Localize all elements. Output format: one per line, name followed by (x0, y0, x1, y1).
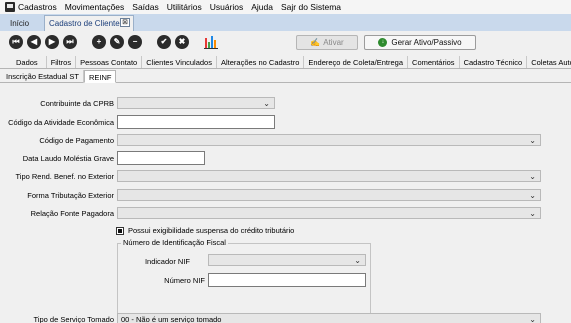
download-icon: ↓ (378, 38, 388, 47)
tipo-servico-label: Tipo de Serviço Tomado (33, 315, 114, 323)
forma-tributacao-select[interactable]: ⌄ (117, 189, 541, 201)
chevron-down-icon: ⌄ (263, 99, 270, 108)
tab-endereco-coleta[interactable]: Endereço de Coleta/Entrega (304, 56, 409, 68)
chevron-down-icon: ⌄ (529, 191, 536, 200)
previous-record-button[interactable]: ◀ (27, 35, 41, 49)
bar-chart-icon[interactable] (204, 34, 218, 49)
tab-clientes-vinculados[interactable]: Clientes Vinculados (142, 56, 217, 68)
tab-inscricao-estadual-st[interactable]: Inscrição Estadual ST (0, 70, 84, 83)
exigibilidade-row: Possui exigibilidade suspensa do crédito… (116, 226, 294, 235)
nif-group-title: Número de Identificação Fiscal (121, 238, 228, 247)
next-record-button[interactable]: ▶ (45, 35, 59, 49)
close-tab-icon[interactable]: ⊠ (120, 18, 130, 27)
exigibilidade-checkbox[interactable] (116, 226, 124, 235)
first-record-button[interactable]: ⏮ (9, 35, 23, 49)
tipo-rend-select[interactable]: ⌄ (117, 170, 541, 182)
tab-label: Cadastro de Clientes (49, 19, 124, 28)
menu-bar: Cadastros Movimentações Saídas Utilitári… (0, 0, 571, 14)
menu-movimentacoes[interactable]: Movimentações (65, 2, 125, 12)
data-laudo-label: Data Laudo Moléstia Grave (22, 154, 114, 163)
tab-alteracoes-cadastro[interactable]: Alterações no Cadastro (216, 56, 305, 68)
add-record-button[interactable]: + (92, 35, 106, 49)
codigo-atividade-label: Código da Atividade Econômica (8, 118, 114, 127)
indicador-nif-label: Indicador NIF (144, 257, 190, 266)
tab-pessoas-contato[interactable]: Pessoas Contato (76, 56, 143, 68)
codigo-pagamento-select[interactable]: ⌄ (117, 134, 541, 146)
tab-filtros[interactable]: Filtros (46, 56, 77, 68)
reinf-form: Contribuinte da CPRB ⌄ Código da Ativida… (0, 84, 571, 323)
gerar-ativo-passivo-button[interactable]: ↓ Gerar Ativo/Passivo (364, 35, 476, 50)
tipo-rend-label: Tipo Rend. Benef. no Exterior (15, 172, 114, 181)
menu-usuarios[interactable]: Usuários (210, 2, 244, 12)
document-tab-strip: Início Cadastro de Clientes ⊠ (0, 14, 571, 31)
contribuinte-cprb-label: Contribuinte da CPRB (40, 99, 114, 108)
codigo-pagamento-label: Código de Pagamento (39, 136, 114, 145)
sub-tab-row: Inscrição Estadual ST REINF (0, 70, 571, 83)
menu-utilitarios[interactable]: Utilitários (167, 2, 202, 12)
tab-dados[interactable]: Dados (0, 56, 47, 68)
tab-reinf[interactable]: REINF (83, 70, 117, 83)
menu-cadastros[interactable]: Cadastros (18, 2, 57, 12)
relacao-fonte-select[interactable]: ⌄ (117, 207, 541, 219)
tab-cadastro-tecnico[interactable]: Cadastro Técnico (459, 56, 528, 68)
codigo-atividade-input[interactable] (117, 115, 275, 129)
numero-nif-label: Número NIF (164, 276, 205, 285)
ativar-button[interactable]: ✍ Ativar (296, 35, 358, 50)
chevron-down-icon: ⌄ (529, 172, 536, 181)
toolbar: ⏮ ◀ ▶ ⏭ + ✎ − ✔ ✖ ✍ Ativar ↓ Gerar Ativo… (0, 31, 571, 55)
cancel-button[interactable]: ✖ (175, 35, 189, 49)
tab-comentarios[interactable]: Comentários (408, 56, 460, 68)
last-record-button[interactable]: ⏭ (63, 35, 77, 49)
tab-coletas-automaticas[interactable]: Coletas Automáticas (527, 56, 571, 68)
menu-ajuda[interactable]: Ajuda (251, 2, 273, 12)
chevron-down-icon: ⌄ (354, 256, 361, 265)
edit-record-button[interactable]: ✎ (110, 35, 124, 49)
confirm-button[interactable]: ✔ (157, 35, 171, 49)
app-icon (5, 2, 15, 12)
main-tab-row: Dados Filtros Pessoas Contato Clientes V… (0, 56, 571, 69)
chevron-down-icon: ⌄ (529, 315, 536, 323)
delete-record-button[interactable]: − (128, 35, 142, 49)
relacao-fonte-label: Relação Fonte Pagadora (30, 209, 114, 218)
chevron-down-icon: ⌄ (529, 136, 536, 145)
indicador-nif-select[interactable]: ⌄ (208, 254, 366, 266)
data-laudo-input[interactable] (117, 151, 205, 165)
menu-saidas[interactable]: Saídas (132, 2, 158, 12)
forma-tributacao-label: Forma Tributação Exterior (27, 191, 114, 200)
contribuinte-cprb-select[interactable]: ⌄ (117, 97, 275, 109)
numero-nif-input[interactable] (208, 273, 366, 287)
menu-sair[interactable]: Sajr do Sistema (281, 2, 341, 12)
tab-inicio[interactable]: Início (6, 16, 33, 31)
activate-icon: ✍ (310, 38, 321, 47)
exigibilidade-label: Possui exigibilidade suspensa do crédito… (128, 226, 295, 235)
chevron-down-icon: ⌄ (529, 209, 536, 218)
tipo-servico-select[interactable]: 00 - Não é um serviço tomado ⌄ (117, 313, 541, 323)
